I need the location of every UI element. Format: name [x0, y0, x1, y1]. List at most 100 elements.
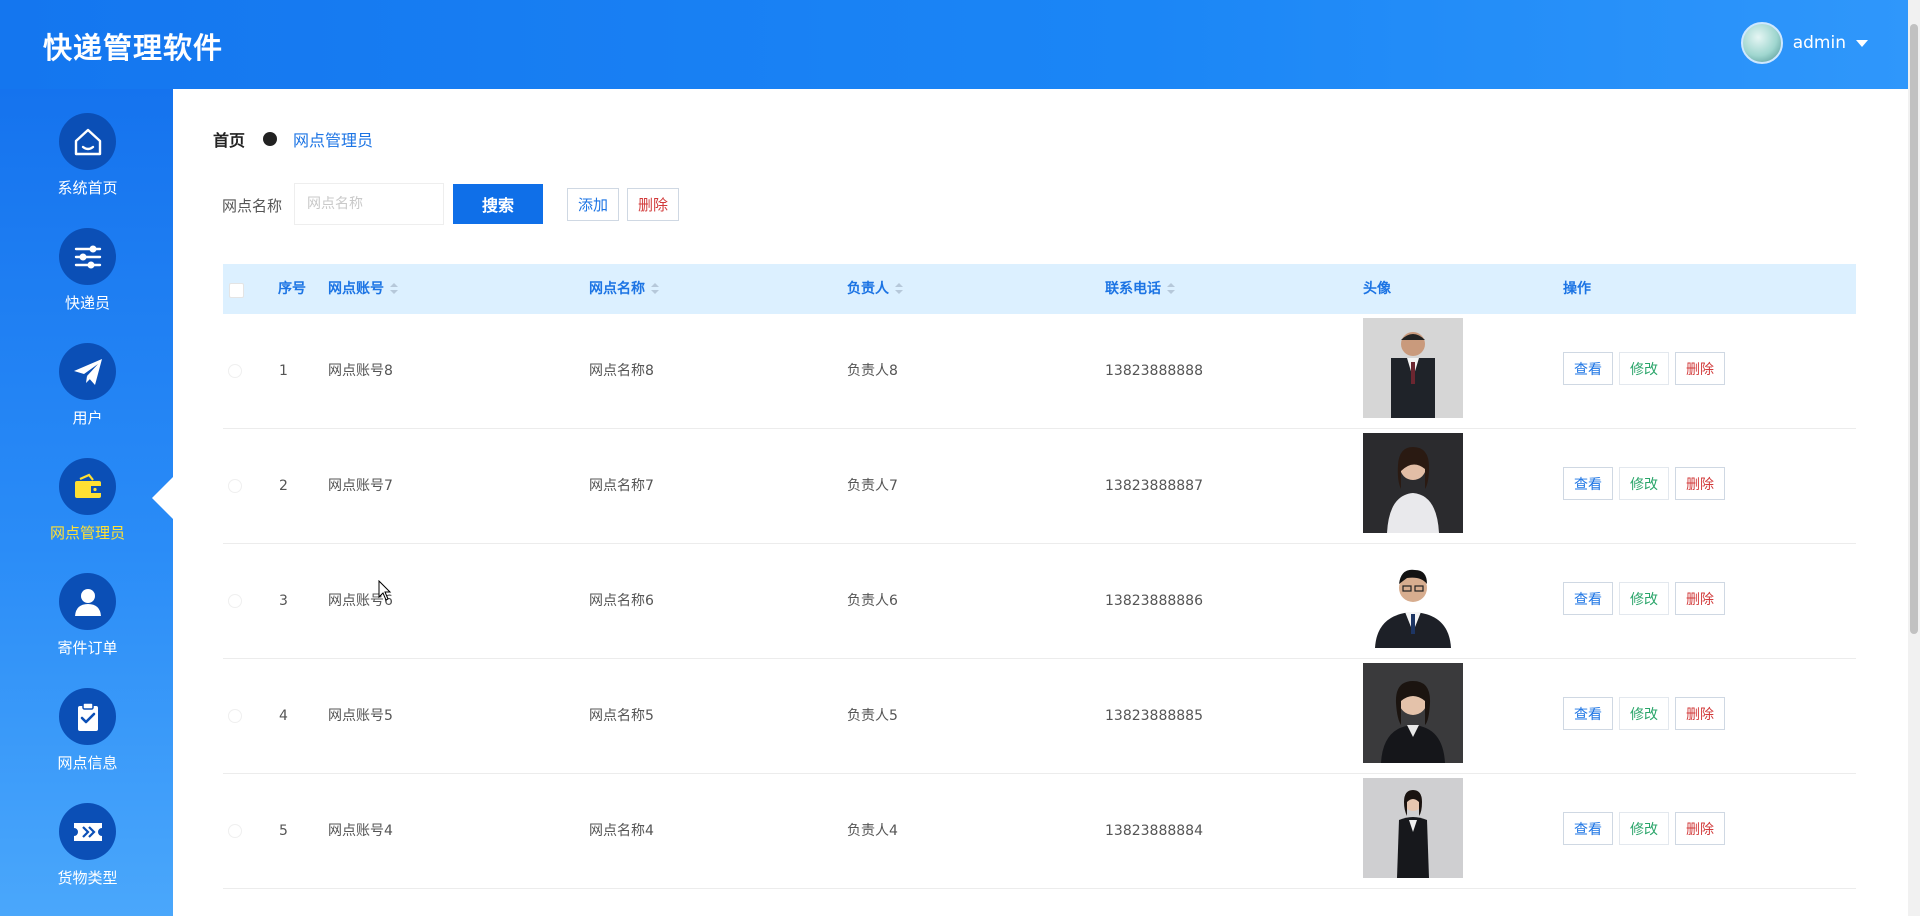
- breadcrumb: 首页 网点管理员: [213, 127, 373, 151]
- view-button[interactable]: 查看: [1563, 697, 1613, 730]
- cell-index: 2: [279, 478, 288, 494]
- user-menu[interactable]: admin: [1740, 22, 1868, 64]
- cell-manager: 负责人7: [847, 478, 898, 494]
- cell-index: 4: [279, 708, 288, 724]
- batch-delete-button[interactable]: 删除: [627, 188, 679, 221]
- sidebar-item-label: 用户: [72, 409, 103, 427]
- cell-name: 网点名称4: [589, 823, 654, 839]
- table-row: 3 网点账号6 网点名称6 负责人6 13823888886 查看 修改 删除: [223, 544, 1856, 659]
- sidebar-item-users[interactable]: 用户: [0, 343, 173, 458]
- header-manager-label: 负责人: [847, 281, 889, 297]
- header-name[interactable]: 网点名称: [589, 264, 659, 314]
- cell-manager: 负责人8: [847, 363, 898, 379]
- cell-phone: 13823888884: [1105, 823, 1203, 839]
- cell-manager: 负责人4: [847, 823, 898, 839]
- header-account-label: 网点账号: [328, 281, 384, 297]
- delete-button[interactable]: 删除: [1675, 582, 1725, 615]
- sidebar-item-label: 寄件订单: [57, 639, 118, 657]
- row-actions: 查看 修改 删除: [1563, 467, 1725, 500]
- header-phone[interactable]: 联系电话: [1105, 264, 1175, 314]
- add-button[interactable]: 添加: [567, 188, 619, 221]
- edit-button[interactable]: 修改: [1619, 697, 1669, 730]
- avatar-photo: [1363, 778, 1463, 878]
- page-scrollbar[interactable]: [1908, 0, 1920, 916]
- sidebar: 系统首页 快递员 用户 网点管理员 寄件订单 网点信息 货物类型: [0, 89, 173, 916]
- header-avatar: 头像: [1363, 281, 1391, 297]
- paper-plane-icon: [59, 343, 116, 400]
- sidebar-item-label: 快递员: [64, 294, 110, 312]
- edit-button[interactable]: 修改: [1619, 467, 1669, 500]
- breadcrumb-home[interactable]: 首页: [213, 127, 245, 151]
- edit-button[interactable]: 修改: [1619, 582, 1669, 615]
- row-checkbox[interactable]: [228, 479, 242, 493]
- sidebar-item-goods-types[interactable]: 货物类型: [0, 803, 173, 918]
- row-actions: 查看 修改 删除: [1563, 582, 1725, 615]
- caret-down-icon[interactable]: [1856, 39, 1868, 47]
- breadcrumb-current: 网点管理员: [293, 131, 374, 150]
- select-all-checkbox[interactable]: [229, 283, 244, 298]
- row-checkbox[interactable]: [228, 824, 242, 838]
- sort-icon[interactable]: [895, 283, 903, 295]
- user-name[interactable]: admin: [1793, 33, 1846, 53]
- cell-account: 网点账号8: [328, 363, 393, 379]
- header-actions: 操作: [1563, 281, 1591, 297]
- view-button[interactable]: 查看: [1563, 582, 1613, 615]
- header-account[interactable]: 网点账号: [328, 264, 398, 314]
- cell-name: 网点名称7: [589, 478, 654, 494]
- avatar-photo: [1363, 548, 1463, 648]
- sidebar-item-label: 货物类型: [57, 869, 118, 887]
- row-actions: 查看 修改 删除: [1563, 812, 1725, 845]
- row-checkbox[interactable]: [228, 364, 242, 378]
- delete-button[interactable]: 删除: [1675, 352, 1725, 385]
- header-name-label: 网点名称: [589, 281, 645, 297]
- cell-phone: 13823888887: [1105, 478, 1203, 494]
- avatar-photo: [1363, 663, 1463, 763]
- cell-index: 3: [279, 593, 288, 609]
- mouse-cursor-icon: [378, 580, 392, 601]
- table-row: 5 网点账号4 网点名称4 负责人4 13823888884 查看 修改 删除: [223, 774, 1856, 889]
- branch-admin-table: 序号 网点账号 网点名称 负责人 联系电话 头像 操作 1 网点账号8 网点名称…: [223, 264, 1856, 889]
- delete-button[interactable]: 删除: [1675, 467, 1725, 500]
- user-icon: [59, 573, 116, 630]
- header-manager[interactable]: 负责人: [847, 264, 903, 314]
- cell-account: 网点账号7: [328, 478, 393, 494]
- delete-button[interactable]: 删除: [1675, 697, 1725, 730]
- cell-manager: 负责人6: [847, 593, 898, 609]
- ticket-icon: [59, 803, 116, 860]
- sidebar-item-home[interactable]: 系统首页: [0, 113, 173, 228]
- app-title: 快递管理软件: [43, 31, 224, 65]
- sidebar-item-orders[interactable]: 寄件订单: [0, 573, 173, 688]
- row-checkbox[interactable]: [228, 709, 242, 723]
- top-header: 快递管理软件 admin: [0, 0, 1908, 89]
- view-button[interactable]: 查看: [1563, 812, 1613, 845]
- filter-label: 网点名称: [222, 197, 283, 215]
- view-button[interactable]: 查看: [1563, 352, 1613, 385]
- header-phone-label: 联系电话: [1105, 281, 1161, 297]
- row-checkbox[interactable]: [228, 594, 242, 608]
- sidebar-item-branch-info[interactable]: 网点信息: [0, 688, 173, 803]
- delete-button[interactable]: 删除: [1675, 812, 1725, 845]
- sort-icon[interactable]: [390, 283, 398, 295]
- cell-manager: 负责人5: [847, 708, 898, 724]
- user-avatar[interactable]: [1740, 22, 1783, 64]
- search-button[interactable]: 搜索: [453, 184, 543, 224]
- cell-phone: 13823888886: [1105, 593, 1203, 609]
- breadcrumb-separator-icon: [263, 132, 278, 146]
- branch-name-search-input[interactable]: [294, 183, 444, 225]
- cell-name: 网点名称6: [589, 593, 654, 609]
- sort-icon[interactable]: [1167, 283, 1175, 295]
- edit-button[interactable]: 修改: [1619, 812, 1669, 845]
- active-indicator: [152, 476, 174, 520]
- edit-button[interactable]: 修改: [1619, 352, 1669, 385]
- sidebar-item-label: 系统首页: [57, 179, 118, 197]
- avatar-photo: [1363, 318, 1463, 418]
- scrollbar-thumb[interactable]: [1910, 24, 1918, 634]
- view-button[interactable]: 查看: [1563, 467, 1613, 500]
- sidebar-item-couriers[interactable]: 快递员: [0, 228, 173, 343]
- sidebar-item-branch-admins[interactable]: 网点管理员: [0, 458, 173, 573]
- cell-name: 网点名称8: [589, 363, 654, 379]
- sliders-icon: [59, 228, 116, 285]
- row-actions: 查看 修改 删除: [1563, 697, 1725, 730]
- sort-icon[interactable]: [651, 283, 659, 295]
- sidebar-item-label: 网点信息: [57, 754, 118, 772]
